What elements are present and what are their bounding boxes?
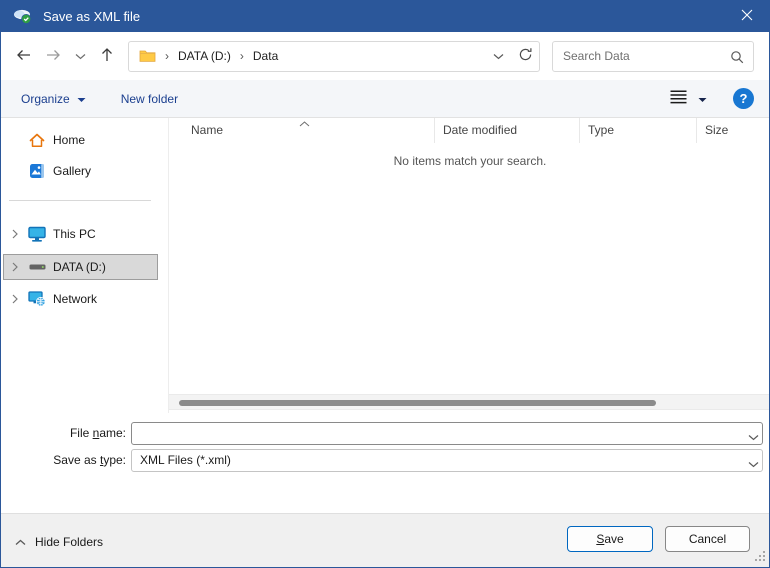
folder-icon [139,49,156,63]
drive-icon [26,261,48,273]
column-header-type[interactable]: Type [579,118,696,143]
chevron-down-icon[interactable] [748,457,759,471]
column-header-row: Name Date modified Type Size [169,118,770,143]
sidebar-item-gallery[interactable]: Gallery [3,158,158,184]
home-icon [26,133,48,148]
recent-locations-button[interactable] [75,49,86,63]
gallery-icon [26,163,48,179]
breadcrumb-item-drive[interactable]: DATA (D:) [178,49,231,63]
caret-down-icon [698,92,707,106]
save-as-dialog: Save as XML file [0,0,770,568]
file-list-pane: Name Date modified Type Size No items ma… [169,118,770,413]
sidebar-item-label: DATA (D:) [53,260,106,274]
save-as-type-combobox[interactable]: XML Files (*.xml) [131,449,763,472]
window-title: Save as XML file [43,9,140,24]
new-folder-button[interactable]: New folder [121,92,178,106]
chevron-down-icon [75,49,86,63]
search-box [552,41,754,72]
monitor-icon [26,226,48,242]
file-name-section: File name: Save as type: XML Files (*.xm… [1,413,769,513]
dialog-footer: Hide Folders Save Cancel [1,513,769,568]
arrow-left-icon [15,47,32,66]
organize-button[interactable]: Organize [21,92,86,106]
sidebar-item-data-drive[interactable]: DATA (D:) [3,254,158,280]
address-bar[interactable]: › DATA (D:) › Data [128,41,540,72]
breadcrumb-separator: › [240,49,244,63]
arrow-right-icon [45,47,62,66]
chevron-down-icon [493,49,504,63]
sidebar-item-label: Gallery [53,164,91,178]
chevron-up-icon [15,535,26,549]
refresh-button[interactable] [512,42,539,71]
column-header-size[interactable]: Size [696,118,770,143]
up-button[interactable] [99,46,115,66]
save-as-type-label: Save as type: [1,449,126,472]
view-options-button[interactable] [670,90,707,107]
sidebar-item-home[interactable]: Home [3,127,158,153]
file-name-input[interactable] [131,422,763,445]
file-name-label: File name: [1,422,126,445]
cancel-button[interactable]: Cancel [665,526,750,552]
close-icon [741,9,753,24]
close-button[interactable] [724,1,769,32]
sidebar-item-network[interactable]: Network [3,286,158,312]
column-header-date-modified[interactable]: Date modified [434,118,579,143]
search-input[interactable] [553,42,753,71]
save-button[interactable]: Save [567,526,653,552]
resize-grip-icon[interactable] [755,551,766,565]
navigation-pane: Home Gallery [1,118,169,413]
chevron-down-icon[interactable] [748,430,759,444]
chevron-right-icon[interactable] [4,294,26,304]
sidebar-item-this-pc[interactable]: This PC [3,221,158,247]
network-icon [26,291,48,307]
forward-button[interactable] [45,47,62,66]
refresh-icon [518,47,533,65]
app-icon [13,8,33,25]
search-icon [730,50,744,67]
horizontal-scrollbar-thumb[interactable] [179,400,656,406]
address-dropdown-button[interactable] [485,42,512,71]
sidebar-item-label: Network [53,292,97,306]
sort-ascending-icon [299,116,310,130]
command-toolbar: Organize New folder ? [1,80,769,118]
chevron-right-icon[interactable] [4,229,26,239]
navigation-bar: › DATA (D:) › Data [1,32,769,80]
chevron-right-icon[interactable] [4,262,26,272]
hide-folders-button[interactable]: Hide Folders [15,530,103,554]
sidebar-item-label: Home [53,133,85,147]
sidebar-item-label: This PC [53,227,96,241]
list-view-icon [670,90,687,107]
empty-folder-message: No items match your search. [169,154,770,168]
breadcrumb-separator: › [165,49,169,63]
title-bar: Save as XML file [1,1,769,32]
hide-folders-label: Hide Folders [35,535,103,549]
horizontal-scrollbar[interactable] [169,394,770,410]
breadcrumb-item-folder[interactable]: Data [253,49,278,63]
help-button[interactable]: ? [733,88,754,109]
arrow-up-icon [99,46,115,66]
organize-label: Organize [21,92,70,106]
sidebar-separator [9,200,151,201]
caret-down-icon [77,92,86,106]
back-button[interactable] [15,47,32,66]
save-as-type-value: XML Files (*.xml) [140,453,231,467]
